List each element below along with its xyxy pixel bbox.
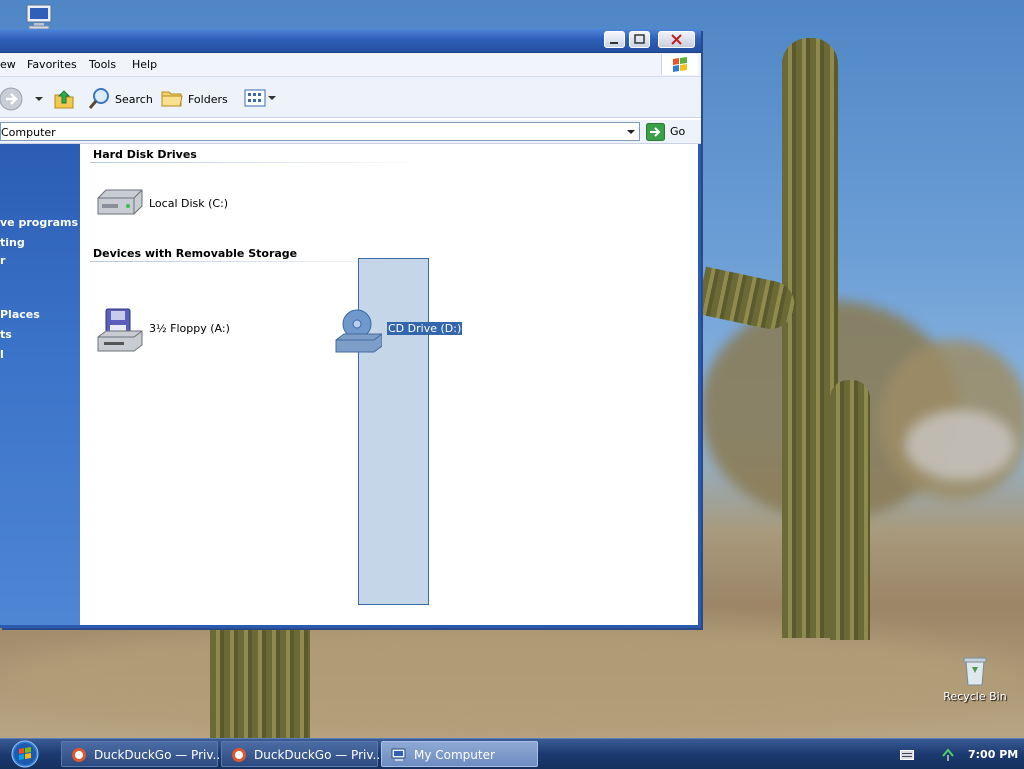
search-icon[interactable] [88, 87, 112, 111]
views-icon[interactable] [244, 89, 266, 107]
start-button[interactable] [8, 740, 41, 768]
hard-disk-icon [97, 189, 143, 215]
address-value: Computer [1, 126, 56, 139]
drive-label: 3½ Floppy (A:) [149, 322, 230, 335]
recycle-bin[interactable]: Recycle Bin [940, 655, 1010, 703]
toolbar: Search Folders [0, 77, 701, 118]
left-link-programs[interactable]: ve programs [0, 216, 78, 229]
drive-local-disk-c[interactable]: Local Disk (C:) [96, 186, 228, 221]
address-field[interactable]: Computer [0, 122, 640, 141]
menu-favorites[interactable]: Favorites [27, 58, 77, 71]
drives-view: Hard Disk Drives Local Disk (C:) Devices… [80, 144, 698, 628]
browser-icon [232, 748, 246, 762]
recycle-bin-icon [963, 657, 987, 686]
up-folder-icon[interactable] [52, 87, 76, 111]
window-border [0, 625, 701, 628]
forward-icon[interactable] [0, 87, 26, 111]
minimize-icon [610, 42, 618, 44]
taskbar-button-label: DuckDuckGo — Priv... [254, 748, 384, 762]
folders-button-label[interactable]: Folders [188, 93, 228, 106]
left-link-documents[interactable]: ts [0, 328, 12, 341]
network-icon[interactable] [940, 746, 956, 762]
chevron-down-icon[interactable] [625, 125, 637, 138]
windows-flag-logo [661, 54, 698, 75]
window-border [698, 144, 701, 628]
my-computer-icon [391, 748, 406, 761]
taskbar-button-label: DuckDuckGo — Priv... [94, 748, 224, 762]
menu-view[interactable]: ew [0, 58, 16, 71]
taskbar: DuckDuckGo — Priv... DuckDuckGo — Priv..… [0, 738, 1024, 769]
menu-tools[interactable]: Tools [89, 58, 116, 71]
scenery-cactus [210, 630, 310, 738]
my-computer-desktop-icon[interactable] [24, 4, 54, 30]
explorer-window: ew Favorites Tools Help Search Folders C… [0, 29, 701, 628]
window-titlebar[interactable] [0, 29, 701, 53]
group-header-removable: Devices with Removable Storage [93, 247, 298, 260]
scenery-rock [905, 410, 1015, 480]
taskbar-button-duckduckgo-1[interactable]: DuckDuckGo — Priv... [61, 741, 224, 767]
drive-floppy-a[interactable]: 3½ Floppy (A:) [96, 307, 230, 358]
keyboard-icon[interactable] [900, 750, 914, 760]
system-tray: 7:00 PM [890, 741, 1024, 767]
restore-icon [634, 34, 645, 44]
scenery-ground [0, 620, 1024, 738]
close-icon [671, 34, 682, 45]
left-link-setting[interactable]: ting [0, 236, 25, 249]
clock[interactable]: 7:00 PM [968, 748, 1018, 761]
search-button-label[interactable]: Search [115, 93, 153, 106]
taskbar-button-label: My Computer [414, 748, 495, 762]
go-label: Go [670, 125, 686, 138]
drive-cd-d[interactable]: CD Drive (D:) [334, 306, 463, 357]
go-arrow-icon [646, 123, 665, 141]
taskbar-button-duckduckgo-2[interactable]: DuckDuckGo — Priv... [221, 741, 384, 767]
browser-icon [72, 748, 86, 762]
chevron-down-icon[interactable] [268, 95, 276, 101]
drive-label-selected: CD Drive (D:) [387, 322, 463, 335]
recycle-bin-label: Recycle Bin [943, 690, 1007, 703]
left-link-other[interactable]: r [0, 254, 5, 267]
menu-bar: ew Favorites Tools Help [0, 53, 701, 77]
menu-help[interactable]: Help [132, 58, 157, 71]
cd-drive-icon [335, 309, 383, 353]
minimize-button[interactable] [604, 31, 625, 48]
left-link-places[interactable]: Places [0, 308, 40, 321]
close-button[interactable] [658, 31, 695, 48]
chevron-down-icon[interactable] [34, 95, 44, 103]
folders-icon[interactable] [160, 87, 184, 109]
drive-label: Local Disk (C:) [149, 197, 229, 210]
address-bar: Computer Go [0, 120, 701, 144]
group-header-hard-disks: Hard Disk Drives [93, 148, 197, 161]
maximize-button[interactable] [629, 31, 650, 48]
group-divider [90, 162, 430, 163]
taskbar-button-my-computer[interactable]: My Computer [381, 741, 538, 767]
windows-flag-icon [673, 57, 687, 72]
left-link-shared[interactable]: l [0, 348, 4, 361]
tasks-pane: ve programs ting r Places ts l [0, 144, 80, 628]
floppy-drive-icon [97, 308, 143, 352]
scenery-cactus [830, 380, 870, 640]
